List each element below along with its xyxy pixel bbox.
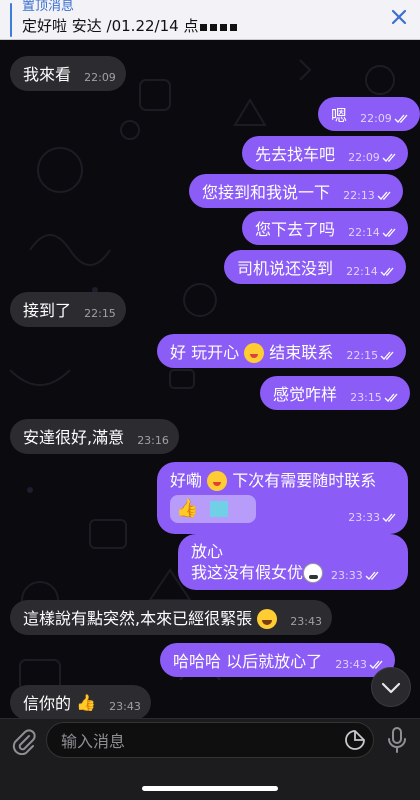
attachment-thumbnail[interactable]: 👍 [170,494,256,523]
message-text: 哈哈哈 以后就放心了 [173,651,323,671]
message-text-a: 好嘞 [170,470,203,490]
sticker-icon[interactable] [345,730,365,750]
attachment-image [210,500,228,517]
message-outgoing[interactable]: 哈哈哈 以后就放心了 23:43 [160,643,395,677]
message-text: 我來看 [23,64,72,84]
message-outgoing[interactable]: 放心 我这没有假女优 23:33 [178,534,408,590]
thumbs-up-emoji-icon: 👍 [76,693,97,712]
winking-face-emoji-icon [244,342,265,363]
close-icon[interactable] [390,8,408,26]
pinned-title: 置顶消息 [22,0,75,14]
message-text: 您接到和我说一下 [202,182,331,202]
message-time: 23:43 [109,699,141,713]
double-check-icon [384,393,398,402]
pinned-accent-bar [10,3,12,37]
double-check-icon [377,191,391,200]
scroll-to-bottom-button[interactable] [371,667,411,707]
pinned-text: 定好啦 安达 /01.22/14 点 [22,17,240,36]
chat-area[interactable]: 我來看 22:09 嗯 22:09 先去找车吧 22:09 您接到和我说一下 2… [0,40,420,718]
message-text-a: 好 玩开心 [170,342,240,362]
message-text-line1: 放心 [191,542,224,561]
message-outgoing[interactable]: 好 玩开心 结束联系 22:15 [157,334,407,368]
message-time: 22:15 [84,306,116,320]
chevron-down-icon [381,682,401,694]
double-check-icon [365,571,379,580]
paperclip-icon[interactable] [10,727,36,755]
message-outgoing[interactable]: 司机说还没到 22:14 [224,250,406,284]
message-outgoing[interactable]: 您下去了吗 22:14 [242,211,408,245]
message-time: 22:15 [346,348,379,362]
message-text-line2: 我这没有假女优 [191,562,304,582]
message-time: 23:43 [290,614,322,628]
double-check-icon [382,228,396,237]
face-emoji-icon [207,470,228,491]
message-time: 22:09 [348,150,380,164]
message-time: 22:14 [348,225,380,239]
message-time: 23:33 [331,568,363,582]
home-indicator [142,786,278,791]
message-text: 這樣說有點突然,本來已經很緊張 [23,608,253,628]
message-outgoing[interactable]: 好嘞 下次有需要随时联系 👍 23:33 [157,462,408,534]
double-check-icon [394,114,408,123]
message-time: 22:09 [84,70,116,84]
message-input[interactable] [59,723,333,759]
redaction-marks [200,18,240,36]
message-text: 安達很好,滿意 [23,427,125,447]
thumbs-up-icon: 👍 [176,497,199,519]
message-text: 信你的 [23,693,72,713]
laughing-emoji-icon [257,608,278,629]
message-time: 22:14 [346,264,378,278]
message-time: 23:15 [350,390,382,404]
message-outgoing[interactable]: 嗯 22:09 [318,97,420,131]
message-text: 感觉咋样 [273,384,338,404]
pinned-message-bar[interactable]: 置顶消息 定好啦 安达 /01.22/14 点 [0,0,420,40]
message-field[interactable] [46,722,374,759]
message-outgoing[interactable]: 先去找车吧 22:09 [242,136,408,170]
message-text: 先去找车吧 [255,144,336,164]
pinned-text-content: 定好啦 安达 /01.22/14 点 [22,17,199,35]
message-text: 您下去了吗 [255,219,336,239]
message-incoming[interactable]: 接到了 22:15 [10,292,126,327]
microphone-icon[interactable] [385,726,409,754]
message-text-b: 下次有需要随时联系 [232,470,377,490]
double-check-icon [382,513,396,522]
message-time: 23:43 [335,657,367,671]
message-time: 22:13 [343,188,375,202]
message-incoming[interactable]: 安達很好,滿意 23:16 [10,419,179,454]
message-text: 嗯 [331,105,348,125]
message-time: 23:16 [137,433,169,447]
message-text-b: 结束联系 [269,342,334,362]
double-check-icon [382,153,396,162]
message-time: 23:33 [348,511,380,524]
message-outgoing[interactable]: 您接到和我说一下 22:13 [189,174,403,208]
message-incoming[interactable]: 信你的 👍 23:43 [10,685,151,718]
message-incoming[interactable]: 這樣說有點突然,本來已經很緊張 23:43 [10,600,332,635]
message-time: 22:09 [360,111,392,125]
message-incoming[interactable]: 我來看 22:09 [10,56,126,91]
double-check-icon [380,267,394,276]
message-text: 接到了 [23,300,72,320]
grinning-face-emoji-icon [303,562,324,583]
message-outgoing[interactable]: 感觉咋样 23:15 [260,376,410,410]
double-check-icon [380,351,394,360]
message-text: 司机说还没到 [237,258,334,278]
